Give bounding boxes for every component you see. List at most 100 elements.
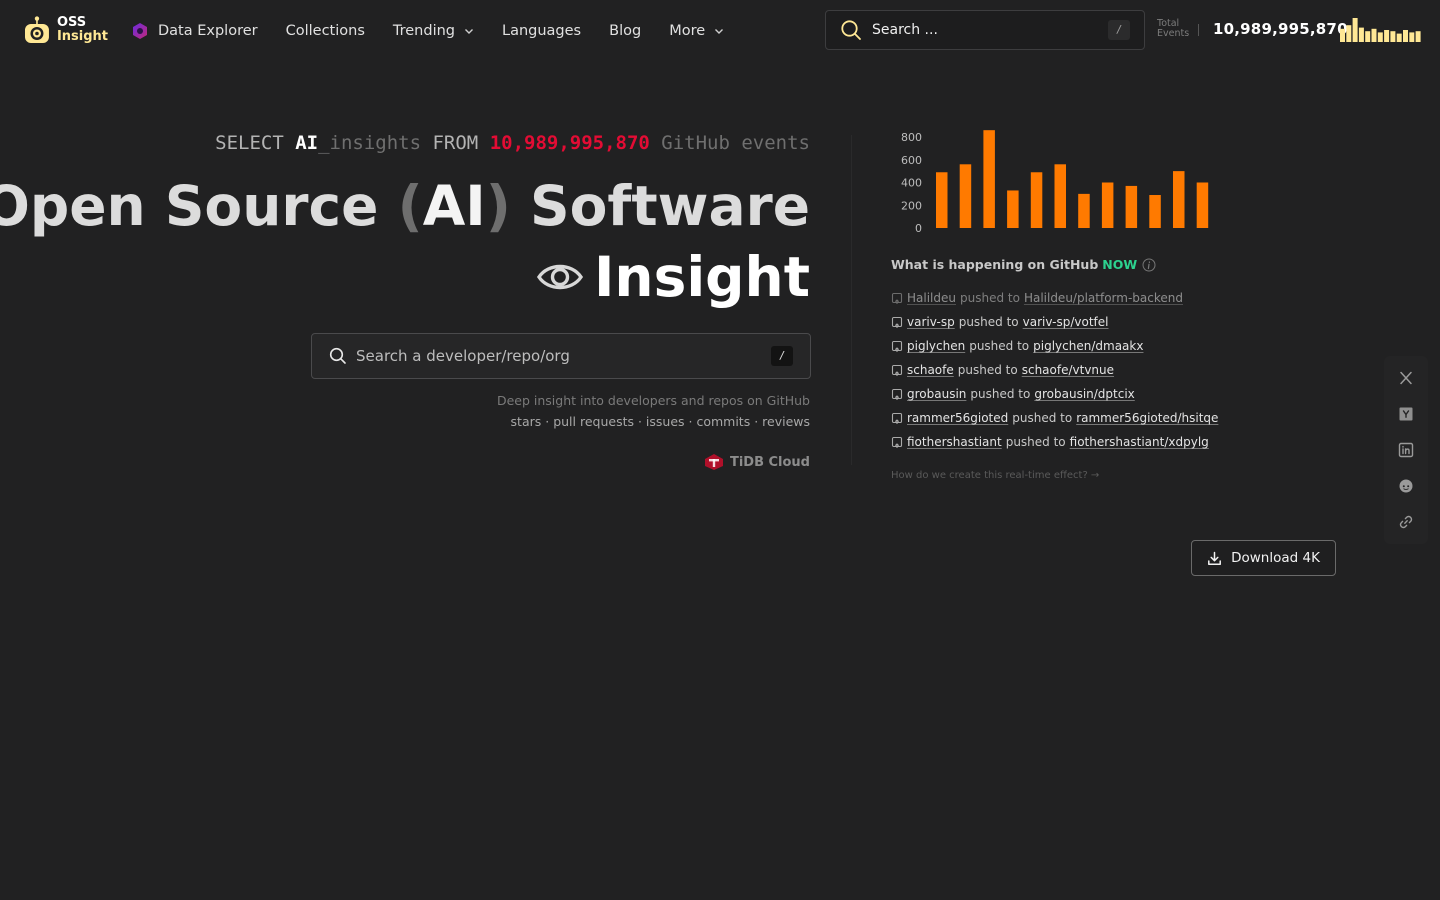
event-repo-link[interactable]: fiothershastiant/xdpylg: [1070, 435, 1209, 449]
activity-event-item: schaofe pushed to schaofe/vtvnue: [891, 358, 1231, 382]
chart-bar: [1173, 171, 1185, 228]
nav-label-languages: Languages: [502, 23, 582, 39]
chart-bar: [1196, 182, 1209, 228]
y-tick-label: 200: [901, 199, 922, 212]
event-verb: pushed to: [958, 315, 1019, 329]
y-tick-label: 600: [901, 154, 922, 167]
nav-data-explorer[interactable]: Data Explorer: [130, 21, 258, 41]
x-icon[interactable]: [1398, 370, 1414, 386]
event-actor-link[interactable]: piglychen: [907, 339, 965, 353]
event-repo-link[interactable]: Halildeu/platform-backend: [1024, 291, 1183, 305]
event-repo-link[interactable]: variv-sp/votfel: [1023, 315, 1109, 329]
event-repo-link[interactable]: schaofe/vtvnue: [1022, 363, 1114, 377]
hero-title-insight: Insight: [536, 243, 810, 312]
hero-title-ai: AI: [422, 174, 486, 238]
nav-label-more: More: [669, 23, 706, 39]
how-it-works-link[interactable]: How do we create this real-time effect? …: [891, 470, 1099, 481]
event-repo-link[interactable]: grobausin/dptcix: [1034, 387, 1134, 401]
sql-ai-keyword: AI: [295, 132, 319, 154]
chart-bar: [1054, 164, 1066, 228]
event-repo-link[interactable]: rammer56gioted/hsitqe: [1076, 411, 1218, 425]
event-verb: pushed to: [970, 387, 1031, 401]
hero-search-placeholder: Search a developer/repo/org: [356, 347, 570, 365]
y-tick-label: 0: [915, 222, 922, 234]
push-event-icon: [891, 316, 903, 328]
oss-insight-logo[interactable]: OSS Insight: [22, 12, 108, 48]
hero-search-shortcut-key: /: [771, 346, 793, 366]
sparkline-bar: [1377, 32, 1383, 42]
nav-trending[interactable]: Trending: [393, 23, 474, 39]
tidb-cloud-label: TiDB Cloud: [729, 454, 810, 470]
chevron-down-icon: [465, 29, 473, 34]
sparkline-bar: [1384, 30, 1390, 42]
top-search-placeholder: Search ...: [872, 22, 938, 38]
activity-event-item: grobausin pushed to grobausin/dptcix: [891, 382, 1231, 406]
share-rail: [1384, 356, 1428, 544]
tidb-logo-icon: [704, 454, 723, 470]
download-4k-button[interactable]: Download 4K: [1191, 540, 1336, 576]
push-event-icon: [891, 388, 903, 400]
event-actor-link[interactable]: rammer56gioted: [907, 411, 1008, 425]
activity-event-item: piglychen pushed to piglychen/dmaakx: [891, 334, 1231, 358]
chart-bar: [936, 172, 948, 228]
event-verb: pushed to: [1012, 411, 1073, 425]
y-tick-label: 400: [901, 177, 922, 190]
total-events-divider: [1198, 24, 1199, 36]
y-tick-label: 800: [901, 131, 922, 144]
total-events-label-line2: Events: [1157, 28, 1190, 39]
hero-search-input[interactable]: Search a developer/repo/org /: [311, 333, 811, 379]
reddit-icon[interactable]: [1398, 478, 1414, 494]
chart-bar: [1078, 193, 1090, 228]
main-nav: Data Explorer Collections Trending Langu…: [130, 18, 752, 44]
top-navbar: OSS Insight Data Explorer Collections Tr…: [0, 0, 1440, 62]
logo-line2: Insight: [56, 29, 108, 44]
sparkline-bar: [1346, 25, 1352, 42]
tidb-cloud-badge[interactable]: TiDB Cloud: [704, 453, 810, 471]
event-actor-link[interactable]: schaofe: [907, 363, 954, 377]
activity-event-item: fiothershastiant pushed to fiothershastian…: [891, 430, 1231, 454]
chart-bar: [983, 130, 995, 228]
logo-wordmark: OSS Insight: [57, 16, 108, 44]
info-icon[interactable]: [1142, 258, 1156, 272]
sql-select-keyword: SELECT: [215, 132, 296, 154]
sparkline-bar: [1415, 31, 1421, 42]
push-event-icon: [891, 340, 903, 352]
sql-from-keyword: FROM: [421, 132, 490, 154]
link-icon[interactable]: [1398, 514, 1414, 530]
event-actor-link[interactable]: variv-sp: [907, 315, 955, 329]
event-verb: pushed to: [969, 339, 1030, 353]
hero-title-line1: Open Source (AI) Software: [0, 172, 810, 241]
download-icon: [1208, 551, 1222, 565]
sparkline-bar: [1371, 28, 1377, 42]
event-actor-link[interactable]: Halildeu: [907, 291, 956, 305]
activity-event-item: variv-sp pushed to variv-sp/votfel: [891, 310, 1231, 334]
event-actor-link[interactable]: grobausin: [907, 387, 966, 401]
hero-tags: stars · pull requests · issues · commits…: [510, 414, 810, 429]
hero-title-software: Software: [510, 174, 810, 238]
sparkline-bar: [1340, 28, 1345, 42]
nav-label-blog: Blog: [609, 23, 642, 39]
nav-more[interactable]: More: [669, 23, 724, 39]
sparkline-bar: [1396, 33, 1402, 42]
sparkline-bar: [1409, 32, 1415, 42]
chart-bar: [1125, 185, 1138, 228]
sql-tail: GitHub events: [649, 132, 810, 154]
linkedin-icon[interactable]: [1398, 442, 1414, 458]
nav-blog[interactable]: Blog: [609, 23, 641, 39]
sparkline-bar: [1358, 27, 1364, 42]
logo-line1: OSS: [56, 15, 87, 30]
nav-label-collections: Collections: [285, 23, 365, 39]
top-search-input[interactable]: Search ... /: [825, 10, 1145, 50]
nav-collections[interactable]: Collections: [286, 23, 365, 39]
hero-subtitle: Deep insight into developers and repos o…: [496, 393, 810, 408]
events-sparkline-chart: [1340, 18, 1421, 42]
search-icon: [329, 347, 346, 364]
data-explorer-icon: [133, 23, 147, 39]
activity-title: What is happening on GitHub NOW: [891, 257, 1156, 272]
event-repo-link[interactable]: piglychen/dmaakx: [1033, 339, 1143, 353]
event-actor-link[interactable]: fiothershastiant: [907, 435, 1002, 449]
hero-title-paren-open: (: [397, 174, 423, 238]
nav-languages[interactable]: Languages: [502, 23, 581, 39]
hackernews-icon[interactable]: [1398, 406, 1414, 422]
chart-bar: [959, 164, 972, 228]
